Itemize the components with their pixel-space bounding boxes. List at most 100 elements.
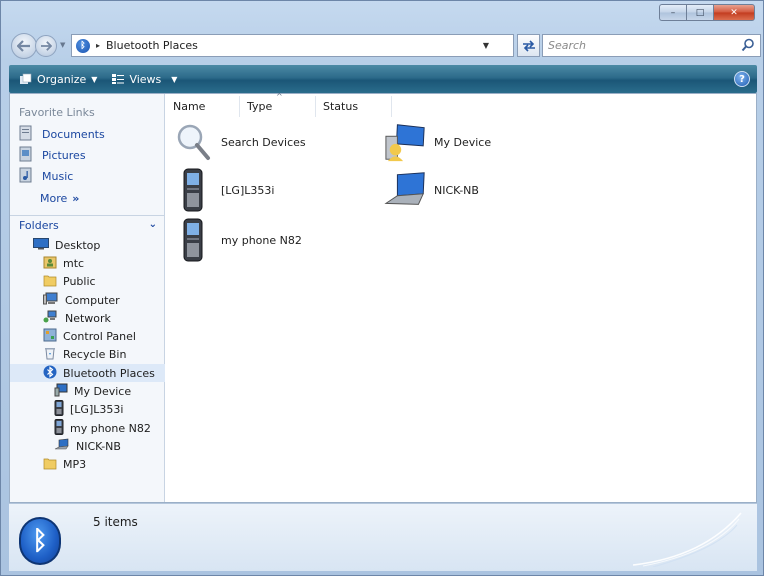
- sort-ascending-icon: ^: [276, 92, 283, 101]
- favorite-links-heading: Favorite Links: [19, 106, 95, 119]
- music-icon: [19, 167, 33, 186]
- my-device-icon: [384, 120, 428, 164]
- favorite-link-label: Documents: [42, 128, 105, 141]
- folder-icon: [43, 273, 57, 290]
- tree-item-nick-nb[interactable]: NICK-NB: [10, 437, 165, 455]
- phone-icon: [171, 168, 215, 212]
- my-device-icon: [54, 383, 68, 400]
- tree-item-mp3[interactable]: MP3: [10, 456, 165, 474]
- device-item-label: [LG]L353i: [221, 183, 275, 197]
- close-button[interactable]: ✕: [713, 4, 755, 21]
- file-list: Name ^ Type Status Search Devices My Devi…: [166, 92, 756, 502]
- column-header-status[interactable]: Status: [316, 96, 392, 117]
- tree-item-public[interactable]: Public: [10, 273, 165, 291]
- chevron-down-icon: ⌄: [148, 219, 157, 230]
- bluetooth-icon: [43, 365, 57, 382]
- help-button[interactable]: ?: [734, 71, 750, 87]
- more-favorites-link[interactable]: More »: [10, 187, 164, 209]
- tree-item-lg-l353i[interactable]: [LG]L353i: [10, 400, 165, 419]
- phone-icon: [54, 400, 64, 419]
- tree-item-label: Recycle Bin: [63, 348, 127, 362]
- search-placeholder: Search: [548, 39, 587, 52]
- minimize-button[interactable]: –: [659, 4, 686, 21]
- phone-icon: [171, 218, 215, 262]
- device-item[interactable]: NICK-NB: [384, 168, 479, 212]
- tree-item-network[interactable]: Network: [10, 309, 165, 327]
- device-item[interactable]: Search Devices: [171, 120, 306, 164]
- tree-item-bluetooth-places[interactable]: Bluetooth Places: [10, 364, 165, 383]
- chevron-down-icon: ▼: [91, 74, 98, 84]
- search-input[interactable]: Search: [542, 34, 761, 57]
- refresh-icon: [522, 39, 535, 52]
- tree-item-label: My Device: [74, 385, 132, 399]
- address-dropdown-icon[interactable]: ▼: [483, 41, 489, 50]
- tree-item-label: Computer: [65, 293, 120, 307]
- refresh-button[interactable]: [517, 34, 540, 57]
- column-header-type[interactable]: ^ Type: [240, 92, 316, 117]
- search-icon[interactable]: [741, 38, 755, 52]
- folders-header[interactable]: Folders ⌄: [10, 215, 165, 235]
- recent-pages-dropdown[interactable]: ▼: [60, 41, 65, 49]
- laptop-icon: [384, 168, 428, 212]
- tree-item-label: mtc: [63, 256, 85, 270]
- favorite-link-documents[interactable]: Documents: [10, 124, 164, 145]
- breadcrumb-bluetooth-places[interactable]: Bluetooth Places: [106, 39, 198, 52]
- forward-button[interactable]: [35, 35, 57, 57]
- device-item[interactable]: My Device: [384, 120, 491, 164]
- computer-icon: [43, 292, 59, 309]
- device-item-label: my phone N82: [221, 233, 302, 247]
- tree-item-label: Control Panel: [63, 330, 136, 344]
- maximize-button[interactable]: □: [686, 4, 713, 21]
- back-button[interactable]: [11, 33, 37, 59]
- tree-item-mtc[interactable]: mtc: [10, 254, 165, 272]
- breadcrumb-separator-icon[interactable]: ▸: [96, 41, 100, 50]
- views-menu[interactable]: Views ▼: [111, 73, 177, 86]
- bluetooth-icon: ᛒ: [76, 38, 90, 53]
- folders-label: Folders: [19, 219, 59, 232]
- navigation-bar: ▼ ᛒ ▸ Bluetooth Places ▼ Search: [9, 31, 761, 61]
- folder-tree: Desktop mtc Public Computer Network Control P…: [10, 236, 165, 474]
- tree-item-my-phone-n82[interactable]: my phone N82: [10, 418, 165, 438]
- content-area: Favorite Links Documents Pictures Music Mo…: [9, 92, 757, 503]
- organize-icon: [20, 73, 32, 84]
- tree-item-computer[interactable]: Computer: [10, 291, 165, 309]
- laptop-icon: [54, 438, 70, 455]
- tree-item-label: NICK-NB: [76, 439, 121, 453]
- tree-item-label: Bluetooth Places: [63, 366, 155, 380]
- favorite-link-pictures[interactable]: Pictures: [10, 145, 164, 166]
- command-bar: Organize ▼ Views ▼ ?: [9, 65, 757, 93]
- control-panel-icon: [43, 328, 57, 345]
- tree-item-recycle-bin[interactable]: Recycle Bin: [10, 346, 165, 364]
- details-pane: ᛒ 5 items: [9, 503, 757, 571]
- recycle-bin-icon: [43, 346, 57, 363]
- column-headers: Name ^ Type Status: [166, 92, 392, 117]
- tree-item-control-panel[interactable]: Control Panel: [10, 327, 165, 345]
- favorite-link-label: Pictures: [42, 149, 86, 162]
- documents-icon: [19, 125, 33, 144]
- tree-item-label: Public: [63, 275, 96, 289]
- caption-buttons: – □ ✕: [659, 4, 755, 21]
- pictures-icon: [19, 146, 33, 165]
- organize-menu[interactable]: Organize ▼: [19, 73, 97, 86]
- favorite-link-label: Music: [42, 170, 74, 183]
- tree-item-label: MP3: [63, 458, 87, 472]
- device-item-label: NICK-NB: [434, 183, 479, 197]
- back-arrow-icon: [17, 40, 30, 52]
- address-bar[interactable]: ᛒ ▸ Bluetooth Places ▼: [71, 34, 514, 57]
- device-item[interactable]: [LG]L353i: [171, 168, 274, 212]
- column-header-name[interactable]: Name: [166, 96, 240, 117]
- tree-item-my-device[interactable]: My Device: [10, 382, 165, 400]
- tree-item-label: Desktop: [55, 238, 101, 252]
- navigation-pane: Favorite Links Documents Pictures Music Mo…: [10, 94, 165, 502]
- explorer-window: – □ ✕ ▼ ᛒ ▸ Bluetooth Places ▼ Search Or…: [0, 0, 764, 576]
- tree-item-desktop[interactable]: Desktop: [10, 236, 165, 254]
- forward-arrow-icon: [41, 41, 52, 51]
- network-icon: [43, 310, 59, 327]
- device-item-label: Search Devices: [221, 135, 306, 149]
- device-item[interactable]: my phone N82: [171, 218, 302, 262]
- folder-icon: [43, 456, 57, 473]
- decorative-swoosh: [633, 512, 742, 567]
- more-label: More: [40, 191, 68, 205]
- phone-icon: [54, 418, 64, 438]
- favorite-link-music[interactable]: Music: [10, 166, 164, 187]
